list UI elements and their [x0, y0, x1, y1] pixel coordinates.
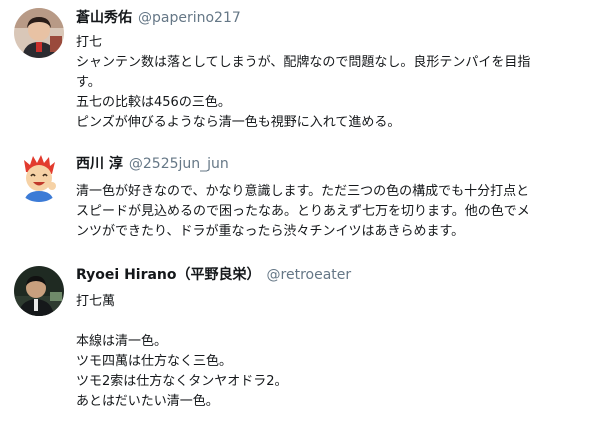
tweet-line: 五七の比較は456の三色。 [76, 95, 231, 110]
tweet: Ryoei Hirano（平野良栄） @retroeater 打七萬 本線は清一色… [0, 260, 600, 424]
tweet-feed: 蒼山秀佑 @paperino217 打七 シャンテン数は落としてしまうが、配牌なの… [0, 0, 600, 424]
tweet-text: 打七 シャンテン数は落としてしまうが、配牌なので問題なし。良形テンパイを目指 す… [76, 33, 591, 133]
tweet-line: 清一色が好きなので、かなり意識します。ただ三つの色の構成でも十分打点と [76, 184, 530, 199]
tweet-line: シャンテン数は落としてしまうが、配牌なので問題なし。良形テンパイを目指 [76, 55, 531, 70]
tweet-line: す。 [76, 75, 101, 90]
tweet-text: 清一色が好きなので、かなり意識します。ただ三つの色の構成でも十分打点と スピード… [76, 182, 591, 242]
tweet: 蒼山秀佑 @paperino217 打七 シャンテン数は落としてしまうが、配牌なの… [0, 0, 600, 150]
avatar[interactable] [14, 152, 64, 202]
tweet-line [76, 312, 591, 332]
user-handle[interactable]: @paperino217 [138, 10, 241, 26]
display-name[interactable]: 西川 淳 [76, 156, 123, 172]
tweet-line: ツモ四萬は仕方なく三色。 [76, 354, 233, 369]
avatar-illustration [14, 152, 64, 202]
avatar[interactable] [14, 8, 64, 58]
avatar[interactable] [14, 266, 64, 316]
tweet: 西川 淳 @2525jun_jun 清一色が好きなので、かなり意識します。ただ三つ… [0, 148, 600, 260]
tweet-line: ピンズが伸びるようなら清一色も視野に入れて進める。 [76, 115, 401, 130]
tweet-line: 打七 [76, 35, 103, 50]
avatar-photo [14, 8, 64, 58]
display-name[interactable]: Ryoei Hirano（平野良栄） [76, 267, 261, 283]
user-handle[interactable]: @retroeater [267, 267, 352, 283]
user-handle[interactable]: @2525jun_jun [129, 156, 229, 172]
avatar-photo [14, 266, 64, 316]
tweet-line: 本線は清一色。 [76, 334, 168, 349]
tweet-line: スピードが見込めるので困ったなあ。とりあえず七万を切ります。他の色でメ [76, 204, 530, 219]
tweet-line: あとはだいたい清一色。 [76, 394, 219, 409]
tweet-text: 打七萬 本線は清一色。 ツモ四萬は仕方なく三色。 ツモ2索は仕方なくタンヤオドラ… [76, 292, 591, 412]
tweet-line: ツモ2索は仕方なくタンヤオドラ2。 [76, 374, 288, 389]
tweet-line: 打七萬 [76, 294, 116, 309]
display-name[interactable]: 蒼山秀佑 [76, 10, 132, 26]
tweet-line: ンツができたり、ドラが重なったら渋々チンイツはあきらめます。 [76, 224, 465, 239]
